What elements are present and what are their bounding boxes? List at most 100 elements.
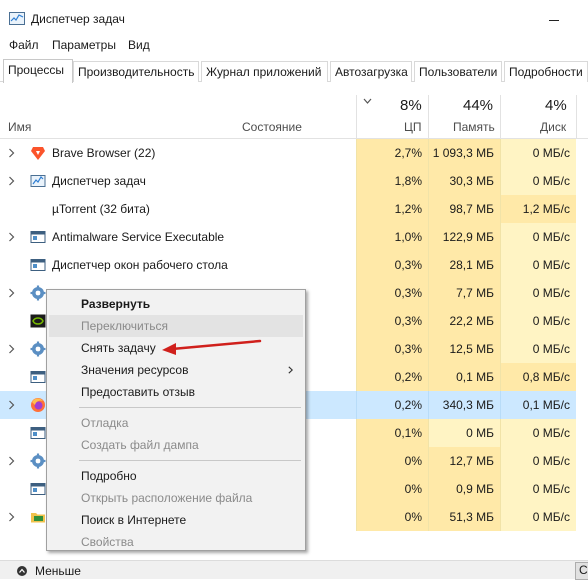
- tab-users[interactable]: Пользователи: [414, 61, 502, 82]
- process-disk: 0 МБ/с: [500, 279, 576, 307]
- expand-chevron-icon[interactable]: [8, 176, 15, 186]
- context-menu-item[interactable]: Развернуть: [49, 293, 303, 315]
- process-disk: 0 МБ/с: [500, 139, 576, 167]
- process-disk: 1,2 МБ/с: [500, 195, 576, 223]
- column-divider: [356, 95, 357, 139]
- expand-chevron-icon[interactable]: [8, 288, 15, 298]
- context-menu-item-label: Свойства: [81, 535, 134, 549]
- process-cpu: 1,8%: [356, 167, 428, 195]
- context-menu-item-label: Открыть расположение файла: [81, 491, 253, 505]
- process-name: µTorrent (32 бита): [52, 202, 150, 216]
- tab-details[interactable]: Подробности: [504, 61, 588, 82]
- brave-icon: [30, 145, 46, 161]
- process-cpu: 1,2%: [356, 195, 428, 223]
- context-menu-item-label: Создать файл дампа: [81, 438, 199, 452]
- fewer-details-link[interactable]: Меньше: [35, 564, 81, 578]
- context-menu-item-label: Снять задачу: [81, 341, 156, 355]
- column-disk[interactable]: Диск: [540, 120, 566, 134]
- process-memory: 28,1 МБ: [428, 251, 500, 279]
- menu-bar: Файл Параметры Вид: [0, 36, 588, 56]
- tab-strip: Процессы Производительность Журнал прило…: [0, 59, 588, 83]
- process-cpu: 0%: [356, 503, 428, 531]
- column-header: Имя Состояние 8% ЦП 44% Память 4% Диск: [0, 95, 588, 139]
- process-cpu: 0,2%: [356, 391, 428, 419]
- context-menu-item: Свойства: [49, 531, 303, 553]
- process-cpu: 0,1%: [356, 419, 428, 447]
- process-memory: 51,3 МБ: [428, 503, 500, 531]
- process-row[interactable]: Brave Browser (22) 2,7% 1 093,3 МБ 0 МБ/с: [0, 139, 588, 167]
- service-window-icon: [30, 425, 46, 441]
- process-memory: 340,3 МБ: [428, 391, 500, 419]
- process-disk: 0,8 МБ/с: [500, 363, 576, 391]
- context-menu-item-label: Развернуть: [81, 297, 151, 311]
- context-menu-item: Отладка: [49, 412, 303, 434]
- column-divider: [500, 95, 501, 139]
- menu-separator: [79, 460, 301, 461]
- column-cpu[interactable]: ЦП: [404, 120, 422, 134]
- tab-performance[interactable]: Производительность: [73, 61, 199, 82]
- column-memory[interactable]: Память: [453, 120, 495, 134]
- process-disk: 0 МБ/с: [500, 307, 576, 335]
- expand-chevron-icon[interactable]: [8, 148, 15, 158]
- expand-chevron-icon[interactable]: [8, 400, 15, 410]
- column-name[interactable]: Имя: [8, 120, 31, 134]
- process-disk: 0 МБ/с: [500, 419, 576, 447]
- process-row[interactable]: Диспетчер задач 1,8% 30,3 МБ 0 МБ/с: [0, 167, 588, 195]
- tab-startup[interactable]: Автозагрузка: [330, 61, 412, 82]
- menu-file[interactable]: Файл: [9, 38, 39, 52]
- process-row[interactable]: Диспетчер окон рабочего стола 0,3% 28,1 МБ…: [0, 251, 588, 279]
- process-row[interactable]: Antimalware Service Executable 1,0% 122,9 …: [0, 223, 588, 251]
- process-cpu: 0,2%: [356, 363, 428, 391]
- context-menu: Развернуть Переключиться Снять задачу Значе…: [46, 289, 306, 551]
- gear-icon: [30, 453, 46, 469]
- cpu-total-percent: 8%: [400, 97, 422, 114]
- process-cpu: 1,0%: [356, 223, 428, 251]
- process-memory: 0,9 МБ: [428, 475, 500, 503]
- menu-options[interactable]: Параметры: [52, 38, 116, 52]
- sort-chevron-icon: [363, 98, 372, 104]
- process-disk: 0 МБ/с: [500, 251, 576, 279]
- service-window-icon: [30, 369, 46, 385]
- process-disk: 0 МБ/с: [500, 503, 576, 531]
- menu-view[interactable]: Вид: [128, 38, 150, 52]
- tab-app-history[interactable]: Журнал приложений: [201, 61, 328, 82]
- process-row[interactable]: µTorrent (32 бита) 1,2% 98,7 МБ 1,2 МБ/с: [0, 195, 588, 223]
- process-cpu: 0%: [356, 447, 428, 475]
- process-memory: 98,7 МБ: [428, 195, 500, 223]
- task-manager-icon: [30, 173, 46, 189]
- context-menu-item-label: Отладка: [81, 416, 129, 430]
- context-menu-item[interactable]: Подробно: [49, 465, 303, 487]
- gear-icon: [30, 341, 46, 357]
- context-menu-item-label: Переключиться: [81, 319, 168, 333]
- process-disk: 0 МБ/с: [500, 475, 576, 503]
- end-task-button[interactable]: С: [575, 562, 588, 580]
- fewer-details-icon[interactable]: [17, 566, 27, 576]
- process-memory: 12,7 МБ: [428, 447, 500, 475]
- context-menu-item[interactable]: Предоставить отзыв: [49, 381, 303, 403]
- context-menu-item-label: Поиск в Интернете: [81, 513, 187, 527]
- context-menu-item-label: Предоставить отзыв: [81, 385, 195, 399]
- title-bar: Диспетчер задач: [0, 0, 588, 34]
- context-menu-item: Открыть расположение файла: [49, 487, 303, 509]
- process-name: Диспетчер окон рабочего стола: [52, 258, 228, 272]
- column-status[interactable]: Состояние: [242, 120, 302, 134]
- memory-total-percent: 44%: [463, 97, 494, 114]
- tab-processes[interactable]: Процессы: [3, 59, 73, 83]
- expand-chevron-icon[interactable]: [8, 344, 15, 354]
- context-menu-item[interactable]: Значения ресурсов: [49, 359, 303, 381]
- footer-bar: Меньше С: [0, 560, 588, 580]
- process-memory: 0 МБ: [428, 419, 500, 447]
- process-name: Диспетчер задач: [52, 174, 146, 188]
- expand-chevron-icon[interactable]: [8, 232, 15, 242]
- process-memory: 12,5 МБ: [428, 335, 500, 363]
- minimize-button[interactable]: [545, 10, 575, 30]
- vertical-scrollbar[interactable]: [576, 139, 588, 534]
- task-manager-icon: [9, 12, 25, 25]
- process-name: Brave Browser (22): [52, 146, 156, 160]
- context-menu-item: Создать файл дампа: [49, 434, 303, 456]
- process-memory: 22,2 МБ: [428, 307, 500, 335]
- expand-chevron-icon[interactable]: [8, 512, 15, 522]
- expand-chevron-icon[interactable]: [8, 456, 15, 466]
- context-menu-item[interactable]: Поиск в Интернете: [49, 509, 303, 531]
- process-cpu: 0,3%: [356, 307, 428, 335]
